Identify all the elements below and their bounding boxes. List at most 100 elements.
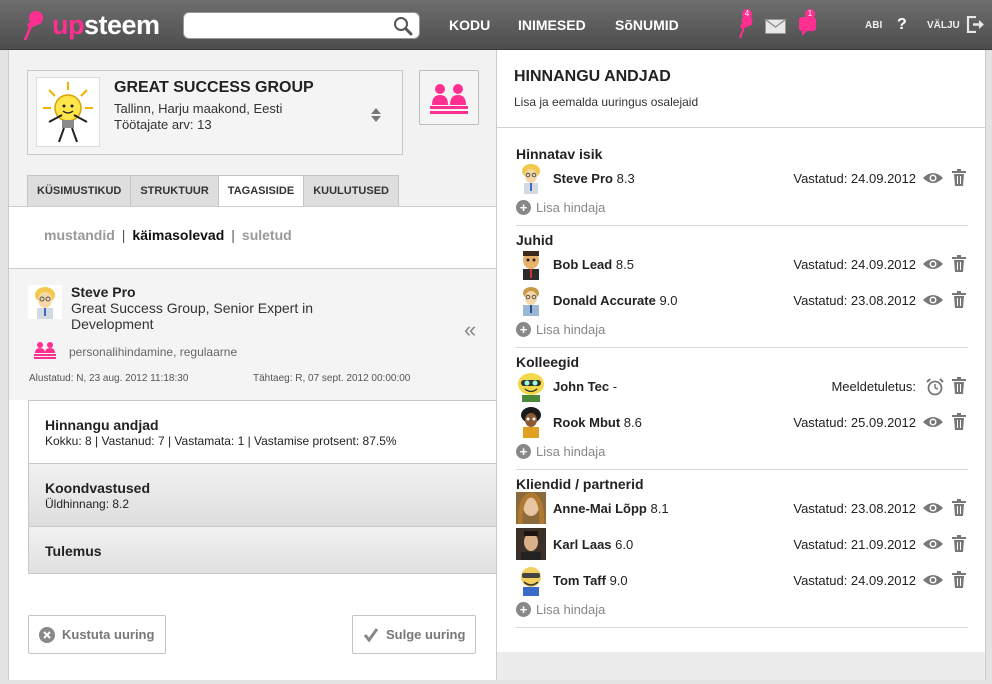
add-rater-button[interactable]: + Lisa hindaja [516,200,605,215]
organization-location: Tallinn, Harju maakond, Eesti [114,101,283,116]
organization-name: GREAT SUCCESS GROUP [114,79,314,96]
rater-status: Vastatud: 25.09.2012 [793,415,916,430]
plus-icon: + [516,200,531,215]
rater-score: - [612,379,618,394]
rater-name: Karl Laas [553,537,612,552]
subject-title: Great Success Group, Senior Expert in De… [71,300,313,332]
search-box [183,12,420,39]
rater-row: Bob Lead 8.5 Vastatud: 24.09.2012 [516,246,968,282]
eye-icon[interactable] [922,257,944,271]
rater-score: 6.0 [615,537,634,552]
avatar [521,407,541,438]
group-view-button[interactable] [419,70,479,125]
filter-separator: | [231,227,235,243]
search-icon[interactable] [393,16,413,36]
rater-row: Steve Pro 8.3 Vastatud: 24.09.2012 [516,160,968,196]
organization-logo [36,77,100,147]
eye-icon[interactable] [922,293,944,307]
chat-notification[interactable]: 1 [798,9,818,40]
search-input[interactable] [192,14,392,37]
pins-notification[interactable]: 4 [737,9,755,42]
divider [516,225,968,226]
rater-status: Vastatud: 21.09.2012 [793,537,916,552]
rater-score: 9.0 [609,573,628,588]
result-block[interactable]: Tulemus [28,526,497,574]
eye-icon[interactable] [922,573,944,587]
rater-row: Karl Laas 6.0 Vastatud: 21.09.2012 [516,526,968,562]
close-survey-button[interactable]: Sulge uuring [352,615,476,654]
tab-structure[interactable]: STRUKTUUR [130,175,219,206]
rater-status: Vastatud: 23.08.2012 [793,501,916,516]
nav-messages[interactable]: SõNUMID [615,17,679,33]
tab-announcements[interactable]: KUULUTUSED [303,175,399,206]
survey-filter-bar: mustandid | käimasolevad | suletud [9,206,496,269]
collapse-icon[interactable]: « [464,317,476,343]
filter-ongoing[interactable]: käimasolevad [132,227,224,243]
avatar [521,567,541,596]
organization-switch-icon[interactable] [370,107,382,123]
rater-score: 8.3 [616,171,635,186]
raters-summary-block[interactable]: Hinnangu andjad Kokku: 8 | Vastanud: 7 |… [28,400,497,464]
divider [516,347,968,348]
rater-row: John Tec - Meeldetuletus: [516,368,968,404]
rater-row: Tom Taff 9.0 Vastatud: 24.09.2012 [516,562,968,598]
close-circle-icon [39,626,55,643]
rater-row: Donald Accurate 9.0 Vastatud: 23.08.2012 [516,282,968,318]
trash-icon[interactable] [952,291,966,308]
organization-employee-count: Töötajate arv: 13 [114,117,212,132]
add-rater-label: Lisa hindaja [536,444,606,459]
alarm-clock-icon[interactable] [926,378,944,396]
add-rater-button[interactable]: + Lisa hindaja [516,602,605,617]
survey-type-icon [34,342,56,359]
pin-logo-icon [23,11,43,41]
help-link[interactable]: ABI [865,20,882,31]
nav-home[interactable]: KODU [449,17,490,33]
aggregate-answers-block[interactable]: Koondvastused Üldhinnang: 8.2 [28,463,497,527]
eye-icon[interactable] [922,501,944,515]
plus-icon: + [516,602,531,617]
logo-text-steem: steem [84,9,160,40]
rater-score: 8.1 [650,501,669,516]
tab-feedback[interactable]: TAGASISIDE [217,175,305,207]
rater-status: Vastatud: 24.09.2012 [793,257,916,272]
trash-icon[interactable] [952,571,966,588]
eye-icon[interactable] [922,537,944,551]
trash-icon[interactable] [952,255,966,272]
eye-icon[interactable] [922,415,944,429]
rater-status: Vastatud: 24.09.2012 [793,171,916,186]
survey-detail-panel: GREAT SUCCESS GROUP Tallinn, Harju maako… [8,50,497,680]
subject-name: Steve Pro [71,284,136,300]
add-rater-label: Lisa hindaja [536,200,606,215]
survey-deadline: Tähtaeg: R, 07 sept. 2012 00:00:00 [253,373,411,384]
rater-row: Anne-Mai Lõpp 8.1 Vastatud: 23.08.2012 [516,490,968,526]
trash-icon[interactable] [952,535,966,552]
trash-icon[interactable] [952,499,966,516]
eye-icon[interactable] [922,171,944,185]
add-rater-label: Lisa hindaja [536,322,606,337]
trash-icon[interactable] [952,413,966,430]
add-rater-label: Lisa hindaja [536,602,606,617]
mail-notification[interactable] [765,19,786,37]
raters-panel-title: HINNANGU ANDJAD [514,68,671,85]
filter-drafts[interactable]: mustandid [44,227,115,243]
upsteem-logo[interactable]: upsteem [22,7,160,43]
question-icon[interactable]: ? [897,16,907,34]
logout-icon[interactable] [966,16,985,33]
delete-survey-button[interactable]: Kustuta uuring [28,615,166,654]
tab-questionnaires[interactable]: KÜSIMUSTIKUD [27,175,132,206]
chat-badge: 1 [805,9,815,19]
add-rater-button[interactable]: + Lisa hindaja [516,444,605,459]
organization-header: GREAT SUCCESS GROUP Tallinn, Harju maako… [9,50,496,207]
trash-icon[interactable] [952,377,966,394]
checkmark-icon [363,627,379,642]
survey-start-date: Alustatud: N, 23 aug. 2012 11:18:30 [29,373,189,384]
nav-people[interactable]: INIMESED [518,17,586,33]
rater-score: 8.5 [615,257,634,272]
avatar [516,492,546,524]
rater-name: Steve Pro [553,171,613,186]
logout-link[interactable]: VÄLJU [927,20,960,31]
raters-panel: HINNANGU ANDJAD Lisa ja eemalda uuringus… [497,50,986,680]
trash-icon[interactable] [952,169,966,186]
add-rater-button[interactable]: + Lisa hindaja [516,322,605,337]
filter-closed[interactable]: suletud [242,227,292,243]
